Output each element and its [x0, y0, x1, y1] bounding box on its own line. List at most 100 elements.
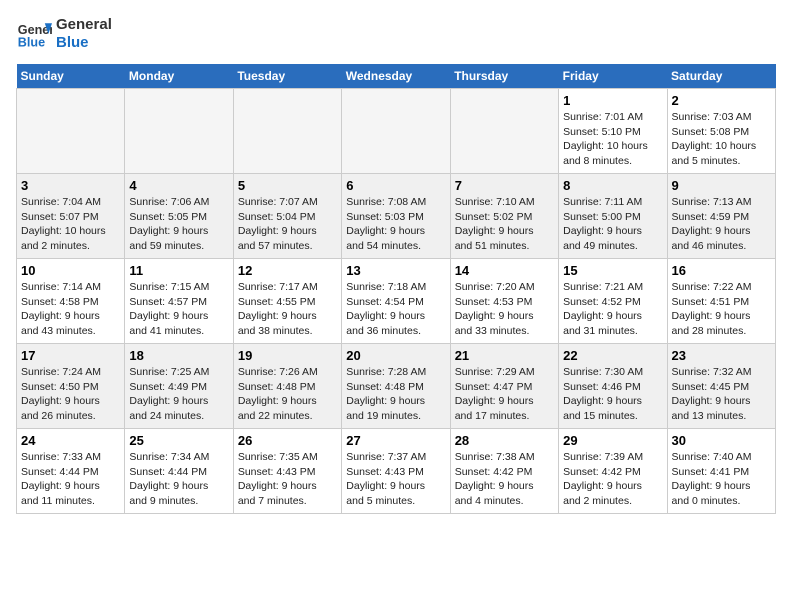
day-number: 14: [455, 263, 554, 278]
day-number: 13: [346, 263, 445, 278]
calendar-cell: 18 Sunrise: 7:25 AM Sunset: 4:49 PM Dayli…: [125, 344, 233, 429]
day-info: Sunrise: 7:14 AM Sunset: 4:58 PM Dayligh…: [21, 280, 120, 339]
day-number: 5: [238, 178, 337, 193]
calendar-cell: 27Sunrise: 7:37 AM Sunset: 4:43 PM Dayli…: [342, 429, 450, 514]
day-number: 22: [563, 348, 662, 363]
calendar-cell: 14 Sunrise: 7:20 AM Sunset: 4:53 PM Dayli…: [450, 259, 558, 344]
day-info: Sunrise: 7:03 AM Sunset: 5:08 PM Dayligh…: [672, 110, 771, 169]
calendar-cell: 4Sunrise: 7:06 AM Sunset: 5:05 PM Daylig…: [125, 174, 233, 259]
day-info: Sunrise: 7:15 AM Sunset: 4:57 PM Dayligh…: [129, 280, 228, 339]
day-number: 8: [563, 178, 662, 193]
day-info: Sunrise: 7:07 AM Sunset: 5:04 PM Dayligh…: [238, 195, 337, 254]
day-info: Sunrise: 7:40 AM Sunset: 4:41 PM Dayligh…: [672, 450, 771, 509]
day-number: 16: [672, 263, 771, 278]
calendar-cell: 15 Sunrise: 7:21 AM Sunset: 4:52 PM Dayli…: [559, 259, 667, 344]
day-info: Sunrise: 7:35 AM Sunset: 4:43 PM Dayligh…: [238, 450, 337, 509]
day-number: 11: [129, 263, 228, 278]
calendar-cell: 12 Sunrise: 7:17 AM Sunset: 4:55 PM Dayli…: [233, 259, 341, 344]
day-number: 23: [672, 348, 771, 363]
day-info: Sunrise: 7:21 AM Sunset: 4:52 PM Dayligh…: [563, 280, 662, 339]
day-number: 17: [21, 348, 120, 363]
header: General Blue General Blue: [16, 16, 776, 52]
logo: General Blue General Blue: [16, 16, 112, 52]
day-number: 28: [455, 433, 554, 448]
calendar-cell: 16 Sunrise: 7:22 AM Sunset: 4:51 PM Dayli…: [667, 259, 775, 344]
calendar-cell: 17 Sunrise: 7:24 AM Sunset: 4:50 PM Dayli…: [17, 344, 125, 429]
day-info: Sunrise: 7:38 AM Sunset: 4:42 PM Dayligh…: [455, 450, 554, 509]
calendar-cell: 11 Sunrise: 7:15 AM Sunset: 4:57 PM Dayli…: [125, 259, 233, 344]
calendar-cell: 20 Sunrise: 7:28 AM Sunset: 4:48 PM Dayli…: [342, 344, 450, 429]
weekday-header-friday: Friday: [559, 64, 667, 89]
day-info: Sunrise: 7:01 AM Sunset: 5:10 PM Dayligh…: [563, 110, 662, 169]
day-info: Sunrise: 7:26 AM Sunset: 4:48 PM Dayligh…: [238, 365, 337, 424]
day-number: 26: [238, 433, 337, 448]
calendar-cell: [125, 89, 233, 174]
day-info: Sunrise: 7:37 AM Sunset: 4:43 PM Dayligh…: [346, 450, 445, 509]
day-info: Sunrise: 7:04 AM Sunset: 5:07 PM Dayligh…: [21, 195, 120, 254]
weekday-header-tuesday: Tuesday: [233, 64, 341, 89]
calendar-cell: 1 Sunrise: 7:01 AM Sunset: 5:10 PM Daylig…: [559, 89, 667, 174]
day-info: Sunrise: 7:24 AM Sunset: 4:50 PM Dayligh…: [21, 365, 120, 424]
day-number: 9: [672, 178, 771, 193]
calendar-cell: 2 Sunrise: 7:03 AM Sunset: 5:08 PM Daylig…: [667, 89, 775, 174]
weekday-header-saturday: Saturday: [667, 64, 775, 89]
calendar-cell: 19 Sunrise: 7:26 AM Sunset: 4:48 PM Dayli…: [233, 344, 341, 429]
calendar-cell: 3 Sunrise: 7:04 AM Sunset: 5:07 PM Daylig…: [17, 174, 125, 259]
day-info: Sunrise: 7:10 AM Sunset: 5:02 PM Dayligh…: [455, 195, 554, 254]
svg-text:Blue: Blue: [18, 36, 45, 50]
calendar-cell: 9 Sunrise: 7:13 AM Sunset: 4:59 PM Daylig…: [667, 174, 775, 259]
day-info: Sunrise: 7:11 AM Sunset: 5:00 PM Dayligh…: [563, 195, 662, 254]
day-number: 6: [346, 178, 445, 193]
calendar-cell: 21 Sunrise: 7:29 AM Sunset: 4:47 PM Dayli…: [450, 344, 558, 429]
calendar-cell: 10 Sunrise: 7:14 AM Sunset: 4:58 PM Dayli…: [17, 259, 125, 344]
day-info: Sunrise: 7:08 AM Sunset: 5:03 PM Dayligh…: [346, 195, 445, 254]
day-info: Sunrise: 7:18 AM Sunset: 4:54 PM Dayligh…: [346, 280, 445, 339]
calendar-cell: 22Sunrise: 7:30 AM Sunset: 4:46 PM Dayli…: [559, 344, 667, 429]
day-info: Sunrise: 7:33 AM Sunset: 4:44 PM Dayligh…: [21, 450, 120, 509]
logo-general: General: [56, 16, 112, 34]
day-info: Sunrise: 7:17 AM Sunset: 4:55 PM Dayligh…: [238, 280, 337, 339]
calendar-cell: 25 Sunrise: 7:34 AM Sunset: 4:44 PM Dayli…: [125, 429, 233, 514]
calendar-cell: 24 Sunrise: 7:33 AM Sunset: 4:44 PM Dayli…: [17, 429, 125, 514]
calendar-cell: 29 Sunrise: 7:39 AM Sunset: 4:42 PM Dayli…: [559, 429, 667, 514]
day-number: 29: [563, 433, 662, 448]
calendar-cell: 8 Sunrise: 7:11 AM Sunset: 5:00 PM Daylig…: [559, 174, 667, 259]
calendar-cell: [17, 89, 125, 174]
day-number: 7: [455, 178, 554, 193]
calendar-cell: 6 Sunrise: 7:08 AM Sunset: 5:03 PM Daylig…: [342, 174, 450, 259]
calendar-cell: 23Sunrise: 7:32 AM Sunset: 4:45 PM Dayli…: [667, 344, 775, 429]
day-info: Sunrise: 7:28 AM Sunset: 4:48 PM Dayligh…: [346, 365, 445, 424]
calendar-cell: 13 Sunrise: 7:18 AM Sunset: 4:54 PM Dayli…: [342, 259, 450, 344]
day-info: Sunrise: 7:13 AM Sunset: 4:59 PM Dayligh…: [672, 195, 771, 254]
calendar-cell: [450, 89, 558, 174]
day-number: 10: [21, 263, 120, 278]
day-number: 2: [672, 93, 771, 108]
day-info: Sunrise: 7:29 AM Sunset: 4:47 PM Dayligh…: [455, 365, 554, 424]
day-number: 25: [129, 433, 228, 448]
calendar-cell: 7 Sunrise: 7:10 AM Sunset: 5:02 PM Daylig…: [450, 174, 558, 259]
day-number: 24: [21, 433, 120, 448]
calendar-cell: [233, 89, 341, 174]
day-number: 3: [21, 178, 120, 193]
day-info: Sunrise: 7:34 AM Sunset: 4:44 PM Dayligh…: [129, 450, 228, 509]
calendar-cell: 28 Sunrise: 7:38 AM Sunset: 4:42 PM Dayli…: [450, 429, 558, 514]
logo-blue: Blue: [56, 34, 112, 52]
day-number: 18: [129, 348, 228, 363]
day-number: 20: [346, 348, 445, 363]
day-info: Sunrise: 7:25 AM Sunset: 4:49 PM Dayligh…: [129, 365, 228, 424]
weekday-header-sunday: Sunday: [17, 64, 125, 89]
calendar-cell: 26 Sunrise: 7:35 AM Sunset: 4:43 PM Dayli…: [233, 429, 341, 514]
day-number: 30: [672, 433, 771, 448]
day-info: Sunrise: 7:39 AM Sunset: 4:42 PM Dayligh…: [563, 450, 662, 509]
day-info: Sunrise: 7:22 AM Sunset: 4:51 PM Dayligh…: [672, 280, 771, 339]
day-number: 15: [563, 263, 662, 278]
day-number: 1: [563, 93, 662, 108]
calendar-table: SundayMondayTuesdayWednesdayThursdayFrid…: [16, 64, 776, 514]
day-number: 19: [238, 348, 337, 363]
day-number: 12: [238, 263, 337, 278]
weekday-header-wednesday: Wednesday: [342, 64, 450, 89]
day-number: 21: [455, 348, 554, 363]
day-info: Sunrise: 7:20 AM Sunset: 4:53 PM Dayligh…: [455, 280, 554, 339]
day-info: Sunrise: 7:06 AM Sunset: 5:05 PM Dayligh…: [129, 195, 228, 254]
logo-icon: General Blue: [16, 16, 52, 52]
